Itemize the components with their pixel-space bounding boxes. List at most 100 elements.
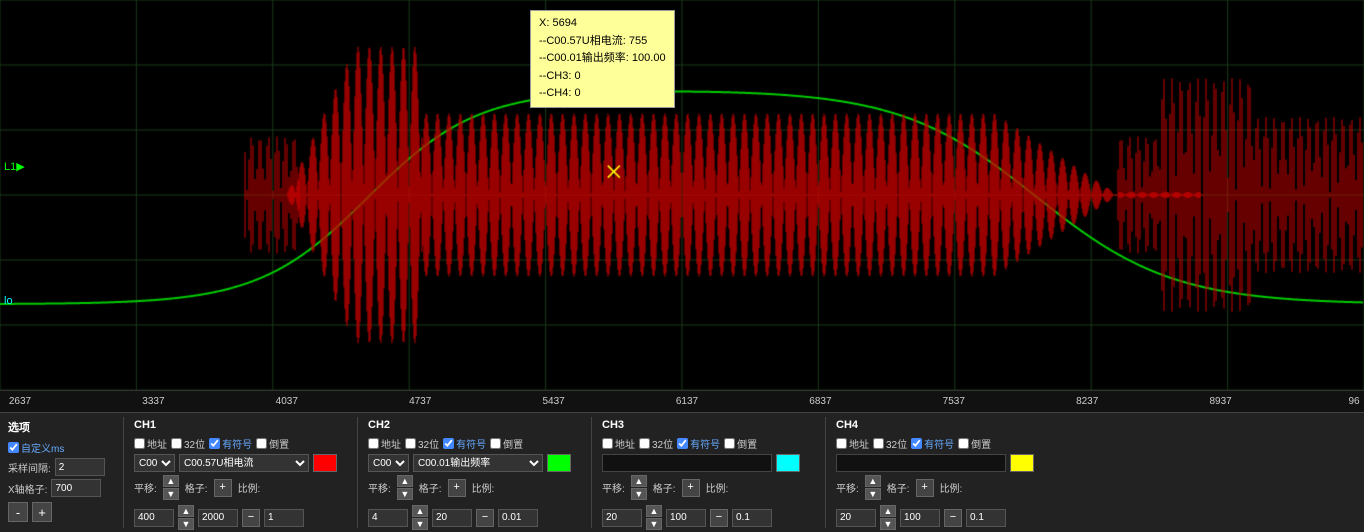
- ch4-ping-up[interactable]: ▲: [865, 475, 881, 487]
- ch4-addr-checkbox[interactable]: [836, 438, 847, 449]
- ch2-b32-label[interactable]: 32位: [405, 436, 439, 451]
- ch3-ge-down[interactable]: ▼: [646, 518, 662, 530]
- ch1-inv-label[interactable]: 倒置: [256, 436, 289, 451]
- ch2-addr-label[interactable]: 地址: [368, 436, 401, 451]
- custom-ms-checkbox-label[interactable]: 自定义ms: [8, 440, 64, 455]
- ch2-sig-select[interactable]: C00.01输出频率: [413, 454, 543, 472]
- ch1-b32-label[interactable]: 32位: [171, 436, 205, 451]
- ch4-bili-val[interactable]: [966, 509, 1006, 527]
- ch3-sig-input[interactable]: [602, 454, 772, 472]
- ch3-ping-val[interactable]: [602, 509, 642, 527]
- ch1-color-box[interactable]: [313, 454, 337, 472]
- y-label-l1: L1▶: [4, 160, 25, 173]
- ch1-addr-checkbox[interactable]: [134, 438, 145, 449]
- ch3-ge-minus[interactable]: −: [710, 509, 728, 527]
- ch4-ge-plus[interactable]: +: [916, 479, 934, 497]
- ch4-ping-down[interactable]: ▼: [865, 488, 881, 500]
- ch2-inv-label[interactable]: 倒置: [490, 436, 523, 451]
- ch2-ge-up[interactable]: ▲: [412, 505, 428, 517]
- ch2-signed-checkbox[interactable]: [443, 438, 454, 449]
- x-axis-minus-button[interactable]: -: [8, 502, 28, 522]
- ch2-ge-down[interactable]: ▼: [412, 518, 428, 530]
- ch1-ge-up[interactable]: ▲: [178, 505, 194, 517]
- x-tick-4: 5437: [542, 396, 564, 407]
- ch1-dev-select[interactable]: C00: [134, 454, 175, 472]
- ch3-inv-label[interactable]: 倒置: [724, 436, 757, 451]
- x-axis-input[interactable]: [51, 479, 101, 497]
- ch3-ge-val[interactable]: [666, 509, 706, 527]
- custom-ms-text: 自定义ms: [21, 440, 64, 455]
- ch4-sig-input[interactable]: [836, 454, 1006, 472]
- ch3-inv-checkbox[interactable]: [724, 438, 735, 449]
- ch4-color-box[interactable]: [1010, 454, 1034, 472]
- x-tick-6: 6837: [809, 396, 831, 407]
- ch3-addr-checkbox[interactable]: [602, 438, 613, 449]
- ch2-b32-checkbox[interactable]: [405, 438, 416, 449]
- ch4-ge-minus[interactable]: −: [944, 509, 962, 527]
- ch4-b32-label[interactable]: 32位: [873, 436, 907, 451]
- ch2-bili-val[interactable]: [498, 509, 538, 527]
- ch3-signed-label[interactable]: 有符号: [677, 436, 720, 451]
- ch2-inv-checkbox[interactable]: [490, 438, 501, 449]
- ch1-ge-val[interactable]: [198, 509, 238, 527]
- ch1-ge-down[interactable]: ▼: [178, 518, 194, 530]
- ch3-ping-down[interactable]: ▼: [631, 488, 647, 500]
- ch2-ge-minus[interactable]: −: [476, 509, 494, 527]
- ch1-ping-down[interactable]: ▼: [163, 488, 179, 500]
- ch2-ping-val[interactable]: [368, 509, 408, 527]
- ch4-signed-checkbox[interactable]: [911, 438, 922, 449]
- ch1-ping-up[interactable]: ▲: [163, 475, 179, 487]
- ch4-ge-val[interactable]: [900, 509, 940, 527]
- ch3-ge-up[interactable]: ▲: [646, 505, 662, 517]
- ch3-bili-val[interactable]: [732, 509, 772, 527]
- ch1-addr-label[interactable]: 地址: [134, 436, 167, 451]
- ch3-ge-plus[interactable]: +: [682, 479, 700, 497]
- ch1-signed-label[interactable]: 有符号: [209, 436, 252, 451]
- ch3-b32-checkbox[interactable]: [639, 438, 650, 449]
- ch1-b32-checkbox[interactable]: [171, 438, 182, 449]
- ch2-color-box[interactable]: [547, 454, 571, 472]
- y-label-l0: lo: [4, 295, 13, 307]
- ch4-addr-label[interactable]: 地址: [836, 436, 869, 451]
- ch4-signed-label[interactable]: 有符号: [911, 436, 954, 451]
- ch2-signed-label[interactable]: 有符号: [443, 436, 486, 451]
- ch2-ge-plus[interactable]: +: [448, 479, 466, 497]
- chart-canvas: [0, 0, 1364, 390]
- ch1-bili-val[interactable]: [264, 509, 304, 527]
- ch2-dev-select[interactable]: C00: [368, 454, 409, 472]
- ch1-signed-checkbox[interactable]: [209, 438, 220, 449]
- ch2-bili-label: 比例:: [472, 480, 495, 495]
- ch4-ge-down[interactable]: ▼: [880, 518, 896, 530]
- ch1-section: CH1 地址 32位 有符号 倒置 C00 C0: [128, 417, 358, 528]
- ch4-section: CH4 地址 32位 有符号 倒置 平移:: [830, 417, 1060, 528]
- ch3-signed-checkbox[interactable]: [677, 438, 688, 449]
- ch3-addr-label[interactable]: 地址: [602, 436, 635, 451]
- ch4-b32-checkbox[interactable]: [873, 438, 884, 449]
- ch4-ge-up[interactable]: ▲: [880, 505, 896, 517]
- sample-input[interactable]: [55, 458, 105, 476]
- ch3-ge-label: 格子:: [653, 480, 676, 495]
- ch1-ping-val[interactable]: [134, 509, 174, 527]
- ch2-addr-checkbox[interactable]: [368, 438, 379, 449]
- ch2-ping-down[interactable]: ▼: [397, 488, 413, 500]
- ch4-inv-label[interactable]: 倒置: [958, 436, 991, 451]
- ch2-ping-up[interactable]: ▲: [397, 475, 413, 487]
- ch3-section: CH3 地址 32位 有符号 倒置 平移:: [596, 417, 826, 528]
- ch1-inv-checkbox[interactable]: [256, 438, 267, 449]
- x-tick-10: 96: [1348, 396, 1359, 407]
- ch4-inv-checkbox[interactable]: [958, 438, 969, 449]
- ch4-ping-val[interactable]: [836, 509, 876, 527]
- ch3-b32-label[interactable]: 32位: [639, 436, 673, 451]
- ch3-ping-up[interactable]: ▲: [631, 475, 647, 487]
- ch3-label: CH3: [602, 419, 819, 431]
- ch1-ge-minus[interactable]: −: [242, 509, 260, 527]
- ch1-sig-select[interactable]: C00.57U相电流: [179, 454, 309, 472]
- x-tick-1: 3337: [142, 396, 164, 407]
- ch2-ge-val[interactable]: [432, 509, 472, 527]
- options-section: 选项 自定义ms 采样间隔: X轴格子: - +: [4, 417, 124, 528]
- ch1-ge-plus[interactable]: +: [214, 479, 232, 497]
- custom-ms-checkbox[interactable]: [8, 442, 19, 453]
- ch3-color-box[interactable]: [776, 454, 800, 472]
- x-axis-plus-button[interactable]: +: [32, 502, 52, 522]
- ch4-bili-label: 比例:: [940, 480, 963, 495]
